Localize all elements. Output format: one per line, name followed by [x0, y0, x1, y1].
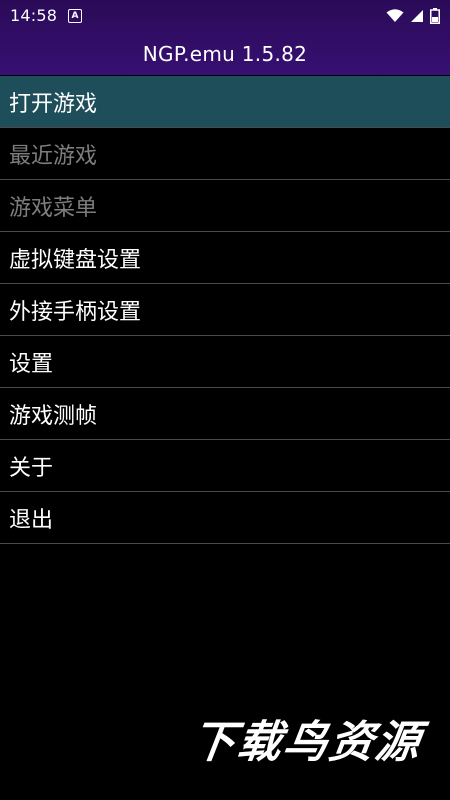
menu-item-recent-games[interactable]: 最近游戏: [0, 128, 450, 180]
signal-icon: [411, 10, 423, 22]
menu-item-gamepad-settings[interactable]: 外接手柄设置: [0, 284, 450, 336]
menu-item-label: 虚拟键盘设置: [9, 247, 142, 273]
status-bar: 14:58 A: [0, 0, 450, 32]
status-icons: [386, 8, 440, 24]
app-title: NGP.emu 1.5.82: [142, 41, 308, 66]
menu-item-label: 设置: [9, 351, 54, 377]
menu-item-about[interactable]: 关于: [0, 440, 450, 492]
wifi-icon: [386, 9, 404, 22]
watermark-text: 下载鸟资源: [187, 717, 425, 768]
menu-item-settings[interactable]: 设置: [0, 336, 450, 388]
battery-icon: [430, 8, 440, 24]
menu-item-virtual-keyboard-settings[interactable]: 虚拟键盘设置: [0, 232, 450, 284]
menu-item-label: 外接手柄设置: [9, 299, 142, 325]
menu-item-label: 最近游戏: [9, 143, 98, 169]
menu-item-label: 打开游戏: [9, 91, 98, 117]
status-time: 14:58: [10, 6, 58, 25]
menu-item-label: 退出: [9, 507, 54, 533]
main-menu: 打开游戏 最近游戏 游戏菜单 虚拟键盘设置 外接手柄设置 设置 游戏测帧 关于 …: [0, 76, 450, 544]
menu-item-label: 游戏菜单: [9, 195, 98, 221]
menu-item-label: 游戏测帧: [9, 403, 98, 429]
top-app-bar: 14:58 A NGP.emu 1.5.82: [0, 0, 450, 75]
menu-item-game-menu[interactable]: 游戏菜单: [0, 180, 450, 232]
menu-item-frame-rate-test[interactable]: 游戏测帧: [0, 388, 450, 440]
menu-item-label: 关于: [9, 455, 54, 481]
menu-item-exit[interactable]: 退出: [0, 492, 450, 544]
notification-app-icon: A: [68, 9, 82, 23]
title-bar: NGP.emu 1.5.82: [0, 32, 450, 75]
menu-item-open-game[interactable]: 打开游戏: [0, 76, 450, 128]
